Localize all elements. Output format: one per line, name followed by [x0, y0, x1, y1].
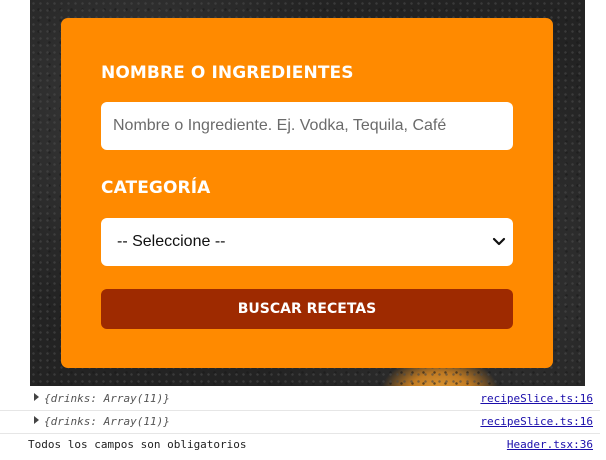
- chevron-down-icon: [489, 232, 509, 252]
- category-label: CATEGORÍA: [101, 178, 211, 198]
- search-recipes-button[interactable]: BUSCAR RECETAS: [101, 289, 513, 329]
- console-object[interactable]: {drinks: Array(11)}: [44, 392, 170, 405]
- devtools-console: {drinks: Array(11)} recipeSlice.ts:16 {d…: [0, 386, 606, 460]
- console-object[interactable]: {drinks: Array(11)}: [44, 415, 170, 428]
- console-source-link[interactable]: recipeSlice.ts:16: [480, 392, 593, 405]
- console-source-link[interactable]: Header.tsx:36: [507, 438, 593, 451]
- category-select-value: -- Seleccione --: [117, 233, 226, 250]
- console-line: {drinks: Array(11)} recipeSlice.ts:16: [0, 411, 600, 434]
- search-form: NOMBRE O INGREDIENTES CATEGORÍA -- Selec…: [61, 18, 553, 368]
- triangle-right-icon[interactable]: [34, 416, 39, 424]
- category-select[interactable]: -- Seleccione --: [101, 218, 513, 266]
- console-message: Todos los campos son obligatorios: [28, 438, 247, 451]
- name-input[interactable]: [101, 102, 513, 150]
- console-source-link[interactable]: recipeSlice.ts:16: [480, 415, 593, 428]
- console-line: Todos los campos son obligatorios Header…: [0, 434, 600, 456]
- console-line: {drinks: Array(11)} recipeSlice.ts:16: [0, 388, 600, 411]
- name-label: NOMBRE O INGREDIENTES: [101, 63, 354, 83]
- triangle-right-icon[interactable]: [34, 393, 39, 401]
